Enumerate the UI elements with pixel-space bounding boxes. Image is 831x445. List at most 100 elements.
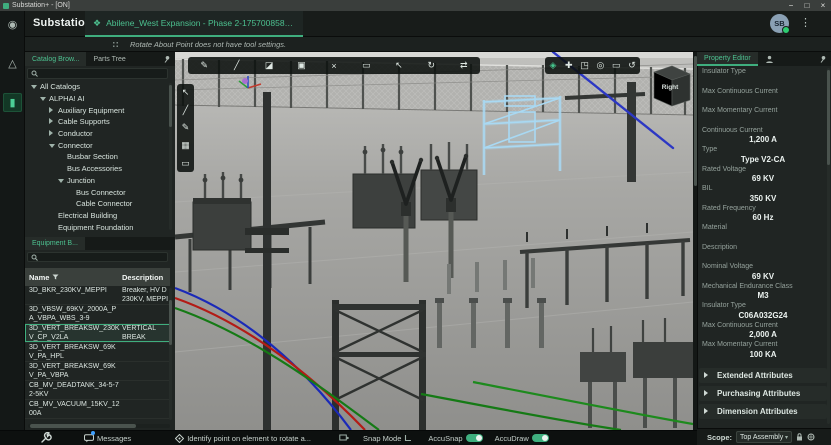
tree-item[interactable]: ALPHA! AI <box>25 93 169 105</box>
tree-scrollbar-thumb[interactable] <box>169 85 172 127</box>
equipment-row[interactable]: 3D_VERT_BREAKSW_69KV_PA_VBPA <box>25 362 170 381</box>
zoom-icon[interactable]: ◎ <box>592 57 608 74</box>
tree-item[interactable]: Junction <box>25 175 169 187</box>
tab-equipment-info[interactable] <box>758 52 781 66</box>
document-tab[interactable]: ❖ Abilene_West Expansion - Phase 2-17570… <box>85 11 303 37</box>
grid-display-icon[interactable]: ▦ <box>177 137 194 155</box>
view-cube[interactable]: Right <box>648 62 692 110</box>
user-avatar[interactable]: SB <box>770 14 789 33</box>
annotate-icon[interactable]: ✎ <box>177 119 194 137</box>
pin-icon[interactable] <box>163 55 171 63</box>
window-area-icon[interactable]: ▭ <box>608 57 624 74</box>
property-value[interactable] <box>700 252 826 262</box>
property-value[interactable]: 69 KV <box>700 174 826 184</box>
pin-icon[interactable] <box>819 55 827 63</box>
accusnap-toggle[interactable] <box>466 434 483 442</box>
equipment-row[interactable]: 3D_VBSW_69KV_2000A_PA_VBPA_WBS_3-9 <box>25 305 170 324</box>
display-set-button[interactable] <box>339 434 349 443</box>
tab-catalog-browser[interactable]: Catalog Brow... <box>25 52 86 66</box>
tree-item[interactable]: Bus Connector <box>25 186 169 198</box>
wrench-icon[interactable] <box>40 432 52 444</box>
property-value[interactable]: 2,000 A <box>700 330 826 340</box>
tree-item[interactable]: Cable Connector <box>25 198 169 210</box>
minimize-icon[interactable]: − <box>783 0 799 11</box>
table-hscrollbar[interactable] <box>28 424 170 428</box>
fence-icon[interactable]: ▭ <box>350 57 382 74</box>
table-scrollbar-thumb[interactable] <box>169 300 172 345</box>
view-attributes-icon[interactable]: ◈ <box>545 57 561 74</box>
tree-item[interactable]: Conductor <box>25 128 169 140</box>
place-cell-icon[interactable]: ▭ <box>177 154 194 172</box>
select-element-icon[interactable]: ↖ <box>177 84 194 102</box>
tree-item[interactable]: All Catalogs <box>25 81 169 93</box>
chevron-down-icon: ▾ <box>785 434 788 441</box>
tree-item[interactable]: Busbar Section <box>25 151 169 163</box>
property-value[interactable] <box>700 96 826 106</box>
attribute-section[interactable]: Extended Attributes <box>699 368 827 383</box>
table-hscrollbar-thumb[interactable] <box>30 424 136 428</box>
filter-funnel-icon[interactable] <box>52 274 59 280</box>
restore-icon[interactable]: □ <box>799 0 815 11</box>
modify-element-icon[interactable]: ✎ <box>188 57 220 74</box>
rotate-element-icon[interactable]: ↻ <box>415 57 447 74</box>
place-smartline-icon[interactable]: ╱ <box>177 102 194 120</box>
accudraw-toggle[interactable] <box>532 434 549 442</box>
equipment-search-input[interactable] <box>38 253 164 261</box>
copy-element-icon[interactable]: ▣ <box>285 57 317 74</box>
messages-button[interactable]: Messages <box>84 434 131 443</box>
sync-icon[interactable]: △ <box>3 54 22 73</box>
window-title: Substation+ - [ON] <box>12 2 70 9</box>
property-value[interactable] <box>700 77 826 87</box>
place-line-icon[interactable]: ╱ <box>220 57 252 74</box>
equipment-row[interactable]: 3D_VERT_BREAKSW_230KV_CP_V2LAVERTICAL BR… <box>25 324 170 343</box>
fit-view-icon[interactable]: ◳ <box>577 57 593 74</box>
column-description[interactable]: Description <box>122 273 170 282</box>
property-value[interactable]: 100 KA <box>700 350 826 360</box>
delete-element-icon[interactable]: × <box>318 57 350 74</box>
scope-dropdown[interactable]: Top Assembly ▾ <box>736 431 792 443</box>
tree-item[interactable]: Auxiliary Equipment <box>25 104 169 116</box>
pan-view-icon[interactable]: ✚ <box>561 57 577 74</box>
snap-lock-icon[interactable] <box>807 433 815 441</box>
tree-item[interactable]: Equipment Foundation <box>25 221 169 233</box>
hatch-area-icon[interactable]: ◪ <box>253 57 285 74</box>
selection-lock-icon[interactable] <box>796 433 803 441</box>
column-name[interactable]: Name <box>29 273 49 282</box>
property-value[interactable]: C06A032G24 <box>700 311 826 321</box>
tab-property-editor[interactable]: Property Editor <box>697 52 758 66</box>
move-element-icon[interactable]: ↖ <box>383 57 415 74</box>
view-cube-face-label[interactable]: Right <box>648 84 692 91</box>
view-previous-icon[interactable]: ↺ <box>624 57 640 74</box>
property-value[interactable]: 69 KV <box>700 272 826 282</box>
portal-hub-icon[interactable]: ◉ <box>3 15 22 34</box>
property-scrollbar-thumb[interactable] <box>827 70 830 165</box>
equipment-row[interactable]: 3D_VERT_BREAKSW_69KV_PA_HPL <box>25 343 170 362</box>
equipment-manager-icon[interactable]: ▮ <box>3 93 22 112</box>
property-value[interactable]: 1,200 A <box>700 135 826 145</box>
kebab-menu-icon[interactable]: ⋮ <box>800 15 811 31</box>
tree-item[interactable]: Bus Accessories <box>25 163 169 175</box>
tree-item[interactable]: Electrical Building <box>25 210 169 222</box>
equipment-row[interactable]: CB_MV_DEADTANK_34-5-72-5KV <box>25 381 170 400</box>
property-value[interactable]: M3 <box>700 291 826 301</box>
property-value[interactable] <box>700 233 826 243</box>
drag-handle-icon[interactable] <box>112 41 119 49</box>
equipment-row[interactable]: 3D_BKR_230KV_MEPPIBreaker, HV D 230KV, M… <box>25 286 170 305</box>
tab-equipment-browser[interactable]: Equipment B... <box>25 237 85 250</box>
property-value[interactable]: 350 KV <box>700 194 826 204</box>
tab-parts-tree[interactable]: Parts Tree <box>86 52 132 66</box>
scope-label: Scope: <box>707 433 732 442</box>
property-value[interactable]: 60 Hz <box>700 213 826 223</box>
equipment-row[interactable]: CB_MV_VACUUM_15KV_1200A <box>25 400 170 419</box>
attribute-section[interactable]: Purchasing Attributes <box>699 386 827 401</box>
property-value[interactable] <box>700 116 826 126</box>
tree-item[interactable]: Cable Supports <box>25 116 169 128</box>
catalog-search-input[interactable] <box>38 69 164 78</box>
snap-mode-button[interactable]: Snap Mode <box>363 434 412 443</box>
close-icon[interactable]: × <box>815 0 831 11</box>
tree-item[interactable]: Connector <box>25 139 169 151</box>
3d-viewport[interactable] <box>175 52 693 430</box>
attribute-section[interactable]: Dimension Attributes <box>699 404 827 419</box>
property-value[interactable]: Type V2-CA <box>700 155 826 165</box>
mirror-element-icon[interactable]: ⇄ <box>448 57 480 74</box>
